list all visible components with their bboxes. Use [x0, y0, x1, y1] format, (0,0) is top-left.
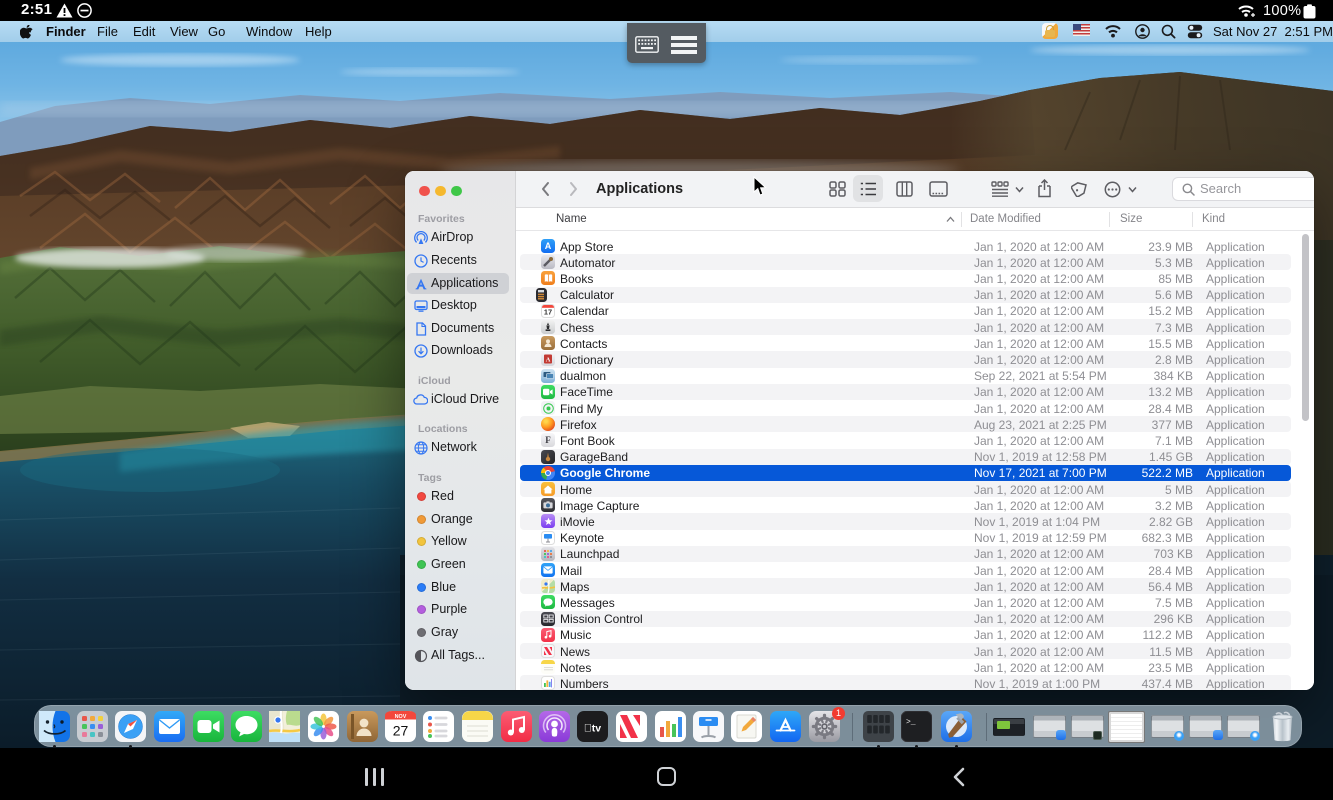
svg-text:tv: tv	[584, 723, 601, 735]
svg-text:27: 27	[393, 723, 409, 739]
svg-text:A: A	[546, 357, 551, 364]
svg-text:>_: >_	[906, 718, 916, 727]
svg-text:NOV: NOV	[395, 714, 407, 720]
svg-text:17: 17	[544, 308, 552, 317]
